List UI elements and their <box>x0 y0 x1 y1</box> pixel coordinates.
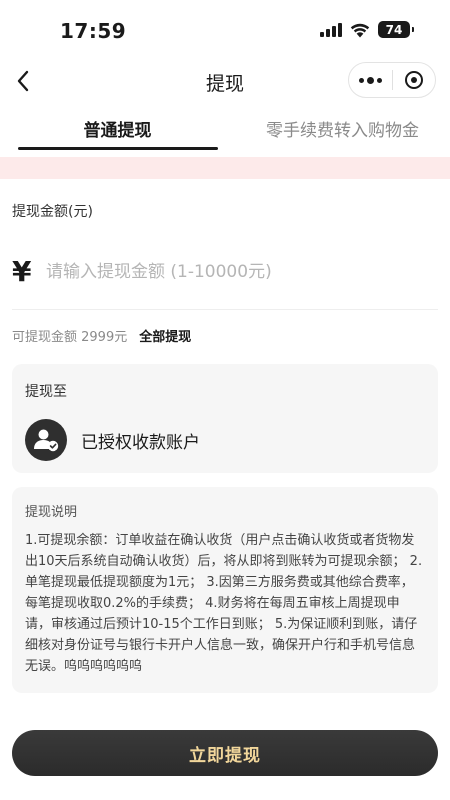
more-button[interactable] <box>349 63 392 97</box>
battery-icon: 74 <box>378 21 414 38</box>
target-icon <box>404 71 423 89</box>
withdraw-screen: 17:59 74 提现 普通提现 零手续费转入购物金 提现金额(元) ¥ 请输入… <box>0 0 450 800</box>
available-amount: 可提现金额 2999元 <box>12 330 128 345</box>
tab-bar: 普通提现 零手续费转入购物金 <box>0 108 450 152</box>
status-time: 17:59 <box>60 19 127 43</box>
notice-strip <box>0 157 450 179</box>
withdraw-all-button[interactable]: 全部提现 <box>139 326 191 345</box>
info-body: 1.可提现余额：订单收益在确认收货（用户点击确认收货或者货物发出10天后系统自动… <box>25 533 423 674</box>
nav-bar: 提现 <box>0 58 450 104</box>
battery-level: 74 <box>385 22 403 37</box>
amount-input[interactable] <box>46 252 426 292</box>
withdraw-now-button[interactable]: 立即提现 <box>12 730 438 776</box>
close-miniapp-button[interactable] <box>393 63 436 97</box>
destination-card: 提现至 已授权收款账户 <box>12 364 438 473</box>
wifi-icon <box>350 23 370 37</box>
status-icons: 74 <box>320 21 414 38</box>
status-bar: 17:59 74 <box>0 0 450 58</box>
withdraw-info-card: 提现说明 1.可提现余额：订单收益在确认收货（用户点击确认收货或者货物发出10天… <box>12 487 438 693</box>
verified-user-icon <box>25 419 67 461</box>
amount-input-row: ¥ <box>12 252 438 310</box>
destination-title: 提现至 <box>25 384 67 400</box>
miniapp-capsule <box>348 62 436 98</box>
tab-normal-withdraw[interactable]: 普通提现 <box>0 116 235 141</box>
currency-symbol: ¥ <box>12 255 32 288</box>
tab-active-indicator <box>18 147 218 150</box>
amount-label: 提现金额(元) <box>12 204 93 220</box>
more-icon <box>358 76 382 84</box>
signal-icon <box>320 22 342 37</box>
account-label: 已授权收款账户 <box>81 432 200 453</box>
available-row: 可提现金额 2999元 全部提现 <box>12 326 191 345</box>
destination-account[interactable]: 已授权收款账户 <box>25 419 200 461</box>
tab-transfer-shopping-credit[interactable]: 零手续费转入购物金 <box>235 116 450 141</box>
info-title: 提现说明 <box>25 505 78 520</box>
